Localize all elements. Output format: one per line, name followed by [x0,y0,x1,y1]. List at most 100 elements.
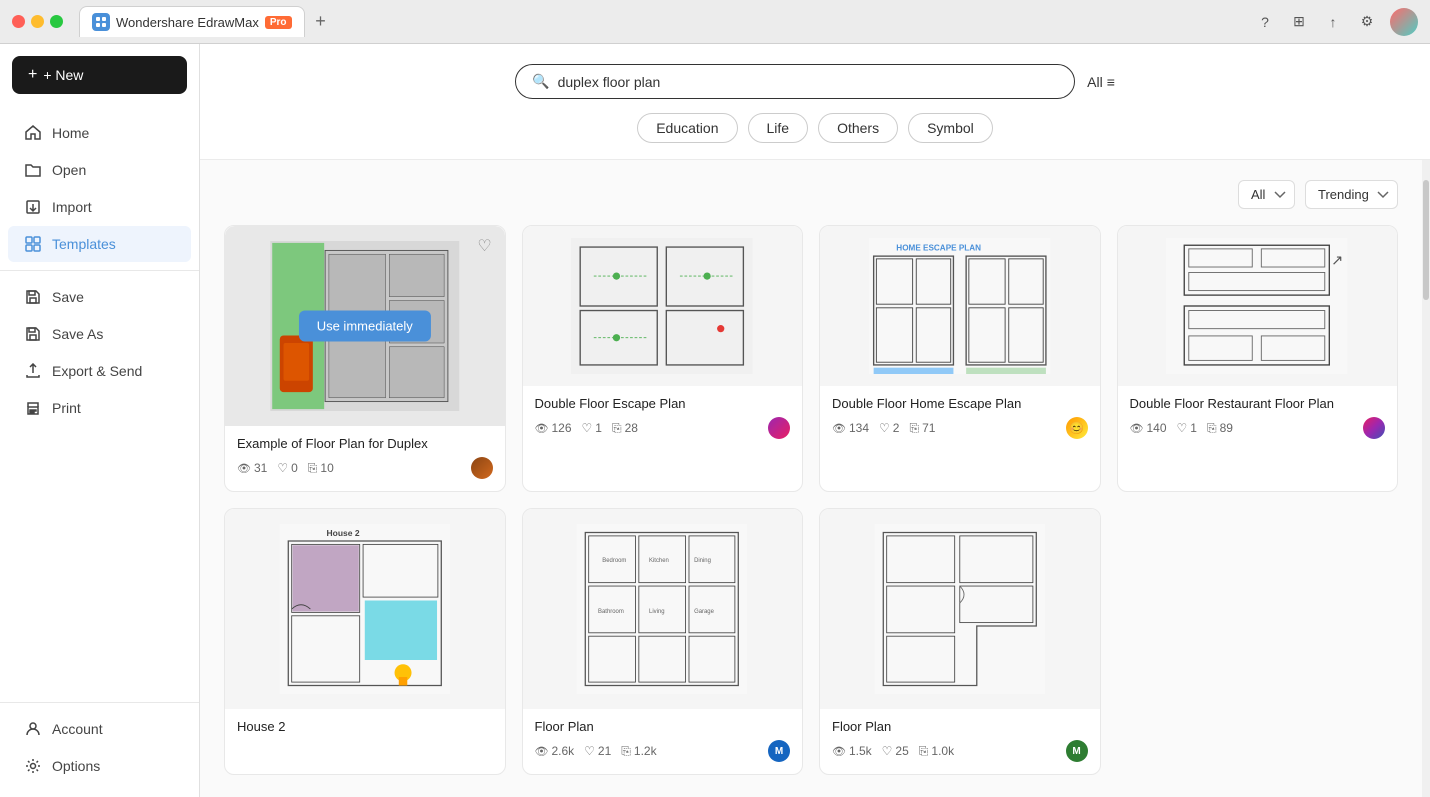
sidebar-item-export[interactable]: Export & Send [8,353,191,389]
traffic-lights [12,15,63,28]
scrollbar-thumb[interactable] [1423,180,1429,300]
heart-small-icon: ♡ [582,421,593,435]
view-count: 👁 126 [535,421,572,435]
svg-text:HOME ESCAPE PLAN: HOME ESCAPE PLAN [896,244,981,253]
card-title: Floor Plan [832,719,1088,734]
author-avatar [471,457,493,479]
copy-count: ⎘ 10 [308,461,334,476]
minimize-button[interactable] [31,15,44,28]
copy-count: ⎘ 1.2k [621,744,656,759]
card-thumbnail: House 2 [225,509,505,709]
card-title: Floor Plan [535,719,791,734]
heart-small-icon: ♡ [882,744,893,758]
copy-count: ⎘ 89 [1207,421,1233,436]
search-input[interactable] [558,74,1059,90]
chip-life[interactable]: Life [748,113,809,143]
template-card[interactable]: ↗ Double Floor Restaurant Floor Plan 👁 1… [1117,225,1399,492]
grid-icon[interactable]: ⊞ [1288,11,1310,33]
new-button[interactable]: + + New [12,56,187,94]
card-meta: 👁 126 ♡ 1 ⎘ 28 [535,417,791,439]
svg-text:Living: Living [650,609,666,615]
category-filter[interactable]: All [1238,180,1295,209]
sidebar-item-print[interactable]: Print [8,390,191,426]
svg-text:House 2: House 2 [327,528,360,538]
all-filter-button[interactable]: All ≡ [1087,74,1115,90]
print-icon [24,399,42,417]
template-card[interactable]: House 2 [224,508,506,775]
sidebar-item-home[interactable]: Home [8,115,191,151]
like-count: ♡ 0 [277,461,297,475]
card-title: Double Floor Escape Plan [535,396,791,411]
template-card[interactable]: Double Floor Escape Plan 👁 126 ♡ 1 [522,225,804,492]
svg-text:Dining: Dining [695,558,712,564]
chip-others[interactable]: Others [818,113,898,143]
card-thumbnail [523,226,803,386]
card-info: Floor Plan 👁 2.6k ♡ 21 [523,709,803,774]
template-card[interactable]: ♡ Use immediately Example of Floor Plan … [224,225,506,492]
maximize-button[interactable] [50,15,63,28]
help-icon[interactable]: ? [1254,11,1276,33]
sidebar-item-options[interactable]: Options [8,748,191,784]
card-title: Double Floor Home Escape Plan [832,396,1088,411]
svg-text:Garage: Garage [695,609,716,615]
author-avatar: M [768,740,790,762]
svg-text:↗: ↗ [1332,253,1344,269]
settings-icon[interactable]: ⚙ [1356,11,1378,33]
sidebar-item-save-as-label: Save As [52,326,103,342]
search-icon: 🔍 [532,73,549,90]
eye-icon: 👁 [832,422,846,435]
template-card[interactable]: Bedroom Kitchen Dining Bathroom Living G… [522,508,804,775]
card-title: House 2 [237,719,493,734]
template-card[interactable]: HOME ESCAPE PLAN [819,225,1101,492]
copy-count: ⎘ 71 [909,421,935,436]
bottom-divider [0,702,199,703]
chip-education[interactable]: Education [637,113,737,143]
app-tab[interactable]: Wondershare EdrawMax Pro [79,6,305,37]
folder-icon [24,161,42,179]
save-icon [24,288,42,306]
list-icon: ≡ [1107,74,1115,90]
eye-icon: 👁 [1130,422,1144,435]
sidebar-item-export-label: Export & Send [52,363,142,379]
sort-filter[interactable]: Trending [1305,180,1398,209]
svg-text:Bathroom: Bathroom [599,609,625,615]
floor-plan-svg: ↗ [1138,238,1376,374]
search-area: 🔍 All ≡ Education Life Others Symbol [200,44,1430,160]
view-count: 👁 140 [1130,421,1167,435]
sidebar-item-save-as[interactable]: Save As [8,316,191,352]
use-immediately-button[interactable]: Use immediately [299,311,431,342]
add-tab-button[interactable]: + [309,10,333,34]
copy-icon: ⎘ [1207,421,1217,436]
templates-grid: ♡ Use immediately Example of Floor Plan … [224,225,1398,775]
copy-icon: ⎘ [308,461,318,476]
search-bar: 🔍 [515,64,1075,99]
author-avatar: M [1066,740,1088,762]
sidebar-item-open[interactable]: Open [8,152,191,188]
heart-icon: ♡ [477,236,491,256]
user-avatar[interactable] [1390,8,1418,36]
card-meta: 👁 1.5k ♡ 25 ⎘ 1.0k [832,740,1088,762]
close-button[interactable] [12,15,25,28]
heart-small-icon: ♡ [1177,421,1188,435]
sidebar-item-home-label: Home [52,125,89,141]
like-count: ♡ 25 [882,744,909,758]
chip-symbol[interactable]: Symbol [908,113,993,143]
card-thumbnail: Bedroom Kitchen Dining Bathroom Living G… [523,509,803,709]
sidebar-item-save[interactable]: Save [8,279,191,315]
sidebar: + + New Home Open [0,44,200,797]
template-card[interactable]: Floor Plan 👁 1.5k ♡ 25 [819,508,1101,775]
main-layout: + + New Home Open [0,44,1430,797]
sidebar-item-account[interactable]: Account [8,711,191,747]
card-thumbnail [820,509,1100,709]
templates-area: All Trending [200,160,1422,797]
sidebar-item-templates[interactable]: Templates [8,226,191,262]
filter-chips: Education Life Others Symbol [637,113,993,143]
card-meta: 👁 31 ♡ 0 ⎘ 10 [237,457,493,479]
favorite-button[interactable]: ♡ [473,234,497,258]
card-thumbnail: ♡ Use immediately [225,226,505,426]
sidebar-item-import[interactable]: Import [8,189,191,225]
author-avatar: 😊 [1066,417,1088,439]
templates-icon [24,235,42,253]
copy-count: ⎘ 28 [612,421,638,436]
share-icon[interactable]: ↑ [1322,11,1344,33]
